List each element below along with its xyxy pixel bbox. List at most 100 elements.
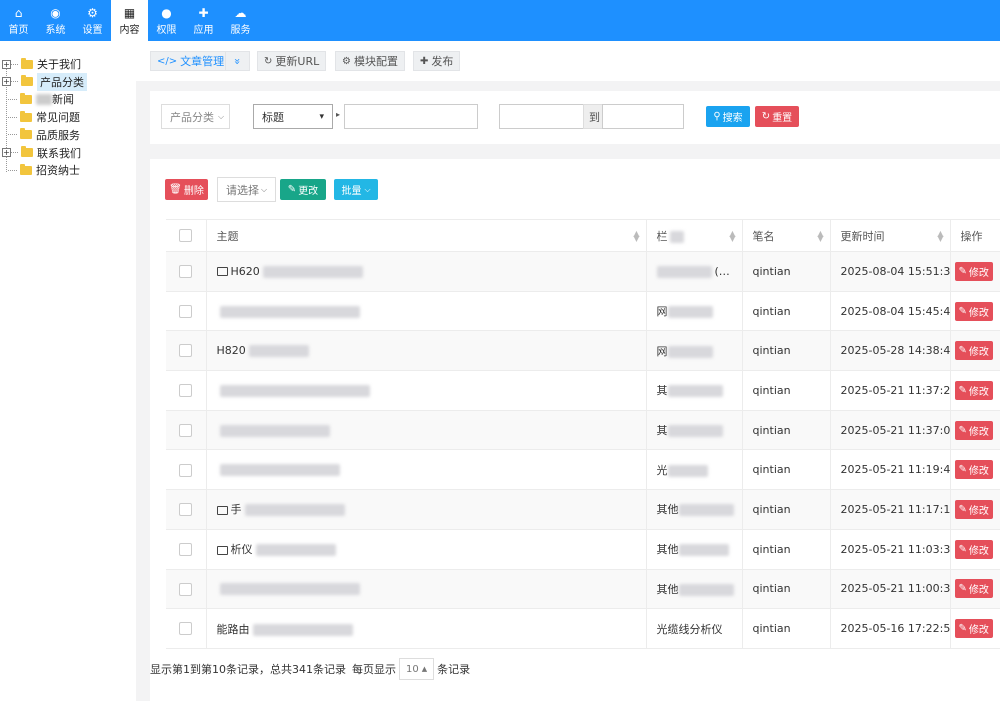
settings-icon: ⚙ (87, 5, 98, 20)
topnav-label: 服务 (230, 24, 251, 36)
search-button[interactable]: ⚲ 搜索 (706, 106, 750, 127)
tree-node[interactable]: + 联系我们 (0, 144, 81, 162)
keyword-input[interactable] (344, 104, 478, 129)
row-checkbox[interactable] (179, 344, 193, 358)
modify-button[interactable]: ✎ 更改 (280, 179, 326, 200)
topnav-system[interactable]: ◉ 系统 (37, 0, 74, 41)
row-checkbox[interactable] (179, 542, 193, 556)
tree-node[interactable]: + 产品分类 (0, 72, 87, 91)
category-select[interactable]: 产品分类 ⌵ (161, 104, 230, 129)
folder-icon (20, 163, 32, 175)
author-cell: qintian (742, 449, 831, 491)
folder-icon (20, 110, 32, 122)
table-row[interactable]: H620 (… qintian 2025-08-04 15:51:38 ✎ 修改 (166, 251, 1000, 292)
topnav-home[interactable]: ⌂ 首页 (0, 0, 37, 41)
select-all-checkbox[interactable] (179, 229, 193, 243)
field-select[interactable]: 标题 ▾ (253, 104, 333, 129)
update-url-button[interactable]: ↻ 更新URL (257, 51, 327, 71)
subject-cell[interactable]: H820 (206, 330, 647, 372)
row-checkbox[interactable] (179, 265, 193, 279)
per-page-prefix: 每页显示 (352, 663, 396, 676)
row-checkbox[interactable] (179, 423, 193, 437)
ops-cell: ✎ 修改 (950, 330, 1000, 372)
table-row[interactable]: 网 qintian 2025-08-04 15:45:44 ✎ 修改 (166, 291, 1000, 332)
expand-toggle-icon[interactable]: + (2, 77, 11, 87)
topnav-apps[interactable]: ✚ 应用 (185, 0, 222, 41)
row-select-cell (166, 251, 207, 292)
header-ops: 操作 (950, 219, 1000, 252)
folder-icon (20, 128, 32, 140)
subject-cell[interactable] (206, 291, 647, 332)
module-config-button[interactable]: ⚙ 模块配置 (335, 51, 405, 71)
topnav-service[interactable]: ☁ 服务 (222, 0, 259, 41)
tree-node[interactable]: 常见问题 (0, 108, 80, 126)
bulk-action-select[interactable]: 请选择 ⌵ (217, 177, 276, 202)
tree-node[interactable]: + 关于我们 (0, 55, 81, 73)
table-row[interactable]: 析仪 其他 qintian 2025-05-21 11:03:32 ✎ 修改 (166, 529, 1000, 570)
header-author[interactable]: 笔名 ▲ ▼ (742, 219, 831, 252)
row-checkbox[interactable] (179, 384, 193, 398)
edit-button[interactable]: ✎ 修改 (954, 301, 993, 321)
date-to-input[interactable] (602, 104, 684, 129)
edit-button[interactable]: ✎ 修改 (954, 619, 993, 639)
subject-cell[interactable]: H620 (206, 251, 647, 292)
header-column[interactable]: 栏 ▲ ▼ (646, 219, 743, 252)
subject-cell[interactable]: 析仪 (206, 529, 647, 570)
updated-cell: 2025-05-21 11:00:30 (830, 569, 951, 610)
row-checkbox[interactable] (179, 463, 193, 477)
table-row[interactable]: 能路由 光缆线分析仪 qintian 2025-05-16 17:22:59 ✎ 修改 (166, 608, 1000, 649)
expand-button[interactable]: » (225, 51, 250, 71)
edit-button[interactable]: ✎ 修改 (954, 261, 993, 281)
table-row[interactable]: 其 qintian 2025-05-21 11:37:06 ✎ 修改 (166, 410, 1000, 451)
row-checkbox[interactable] (179, 304, 193, 318)
row-select-cell (166, 489, 207, 530)
caret-up-icon: ▲ (421, 665, 428, 673)
edit-button[interactable]: ✎ 修改 (954, 499, 993, 519)
edit-button[interactable]: ✎ 修改 (954, 341, 993, 361)
batch-button[interactable]: 批量 ⌵ (334, 179, 378, 200)
article-manage-tab[interactable]: </> 文章管理 (150, 51, 232, 71)
row-checkbox[interactable] (179, 582, 193, 596)
subject-cell[interactable] (206, 449, 647, 491)
row-checkbox[interactable] (179, 622, 193, 636)
subject-cell[interactable]: 能路由 (206, 608, 647, 649)
expand-toggle-icon[interactable]: + (2, 148, 11, 157)
edit-button[interactable]: ✎ 修改 (954, 579, 993, 599)
edit-button[interactable]: ✎ 修改 (954, 460, 993, 480)
date-from-input[interactable] (499, 104, 584, 129)
row-checkbox[interactable] (179, 503, 193, 517)
header-updated[interactable]: 更新时间 ▲ ▼ (830, 219, 951, 252)
topnav-settings[interactable]: ⚙ 设置 (74, 0, 111, 41)
delete-button[interactable]: 🗑 删除 (165, 179, 208, 200)
header-subject[interactable]: 主题 ▲ ▼ (206, 219, 647, 252)
subject-cell[interactable] (206, 370, 647, 411)
column-text: 网 (656, 305, 668, 319)
tree-node[interactable]: 品质服务 (0, 126, 80, 144)
table-row[interactable]: H820 网 qintian 2025-05-28 14:38:46 ✎ 修改 (166, 330, 1000, 372)
edit-button[interactable]: ✎ 修改 (954, 420, 993, 440)
topnav-permission[interactable]: ● 权限 (148, 0, 185, 41)
ops-cell: ✎ 修改 (950, 410, 1000, 451)
subject-cell[interactable] (206, 410, 647, 451)
table-row[interactable]: 其他 qintian 2025-05-21 11:00:30 ✎ 修改 (166, 569, 1000, 610)
topnav-content[interactable]: ▦ 内容 (111, 0, 148, 41)
subject-cell[interactable]: 手 (206, 489, 647, 530)
edit-button[interactable]: ✎ 修改 (954, 539, 993, 559)
tree-node[interactable]: 招资纳士 (0, 161, 80, 179)
author-cell: qintian (742, 291, 831, 332)
tree-node[interactable]: 新闻 (0, 90, 74, 108)
main-content: </> 文章管理 » ↻ 更新URL ⚙ 模块配置 ✚ 发布 产品分类 ⌵ 标题… (136, 41, 1000, 701)
reset-button[interactable]: ↻ 重置 (755, 106, 799, 127)
edit-icon: ✎ (958, 384, 967, 396)
table-row[interactable]: 手 其他 qintian 2025-05-21 11:17:16 ✎ 修改 (166, 489, 1000, 530)
tree-node-label: 招资纳士 (36, 164, 80, 178)
edit-button[interactable]: ✎ 修改 (954, 380, 993, 400)
expand-toggle-icon[interactable]: + (2, 59, 11, 69)
tree-node-label: 关于我们 (37, 58, 81, 71)
table-row[interactable]: 光 qintian 2025-05-21 11:19:48 ✎ 修改 (166, 449, 1000, 491)
per-page-select[interactable]: 10 ▲ (399, 658, 435, 680)
subject-cell[interactable] (206, 569, 647, 610)
table-row[interactable]: 其 qintian 2025-05-21 11:37:23 ✎ 修改 (166, 370, 1000, 411)
column-text: 其他 (656, 503, 679, 517)
publish-button[interactable]: ✚ 发布 (413, 51, 461, 71)
